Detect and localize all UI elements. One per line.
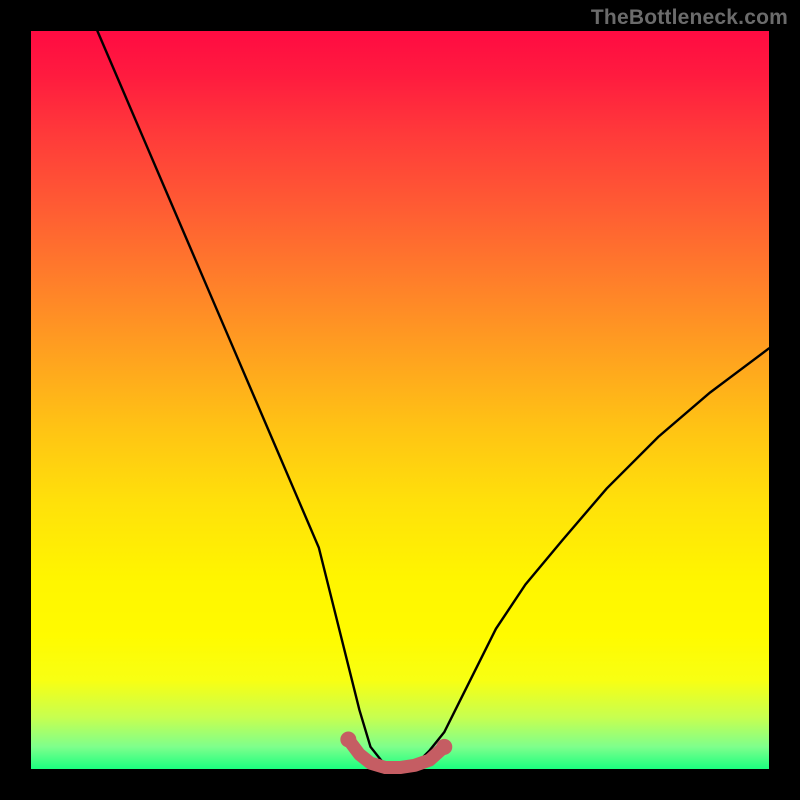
watermark-text: TheBottleneck.com <box>591 6 788 30</box>
chart-frame: TheBottleneck.com <box>0 0 800 800</box>
highlight-endpoint <box>436 739 452 755</box>
highlight-endpoint <box>340 731 356 747</box>
bottleneck-curve <box>97 31 769 769</box>
highlight-curve <box>348 739 444 767</box>
chart-svg <box>31 31 769 769</box>
